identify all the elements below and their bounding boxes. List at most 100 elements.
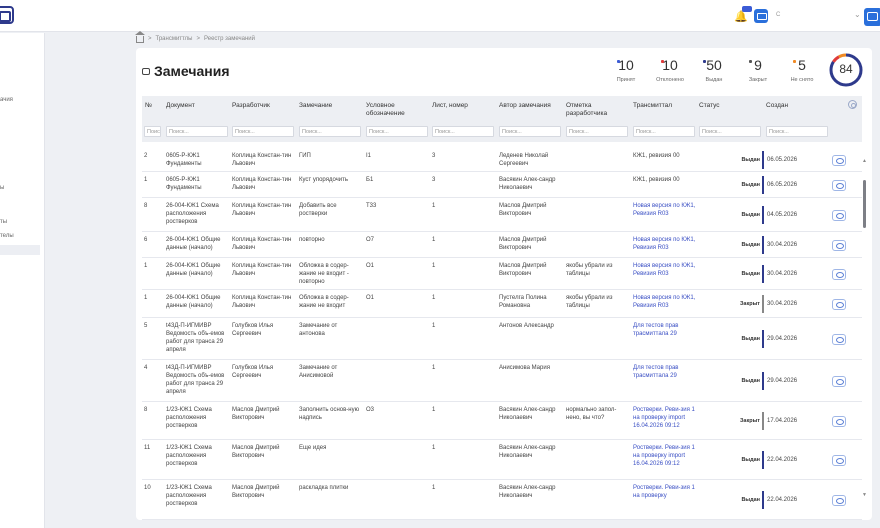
status-bar bbox=[762, 176, 764, 194]
sidebar-item-3[interactable]: ты bbox=[0, 219, 7, 225]
breadcrumb-item-transmittals[interactable]: Трансмиттлы bbox=[156, 36, 193, 42]
cell-trans[interactable]: Ростверки. Реви-зия 1 на проверку import… bbox=[633, 406, 697, 430]
filter-no[interactable]: Поиск bbox=[144, 126, 161, 137]
cell-trans[interactable]: Новая версия по КЖ1, Ревизия R03 bbox=[633, 294, 697, 310]
table-row[interactable]: 11 1/23-КЖ1 Схема расположения ростверков… bbox=[142, 440, 862, 480]
filter-author[interactable]: Поиск... bbox=[499, 126, 561, 137]
column-header-code[interactable]: Условное обозначение bbox=[366, 102, 426, 118]
eye-icon[interactable] bbox=[832, 333, 846, 345]
scroll-down-arrow[interactable]: ▼ bbox=[862, 492, 867, 498]
table-row[interactable]: 6 26-004-КЖ1 Общие данные (начало) Коплица… bbox=[142, 232, 862, 258]
filter-sheet[interactable]: Поиск... bbox=[432, 126, 494, 137]
status-badge: Выдан bbox=[741, 271, 760, 277]
cell-author: Пустелга Полина Романовна bbox=[499, 295, 547, 309]
filter-status[interactable]: Поиск... bbox=[699, 126, 761, 137]
cell-remark: Замечание от Анисимовой bbox=[299, 365, 338, 379]
cell-remark: Добавить все ростверки bbox=[299, 203, 337, 217]
cell-no: 2 bbox=[144, 153, 148, 159]
column-header-developer[interactable]: Разработчик bbox=[232, 102, 270, 110]
cell-sheet: 1 bbox=[432, 295, 436, 301]
status-cell: Закрыт 30.04.2026 bbox=[732, 295, 797, 313]
cell-trans[interactable]: Для тестов прав трасмиттала 29 bbox=[633, 322, 697, 338]
status-cell: Выдан 04.05.2026 bbox=[732, 206, 797, 224]
column-header-author[interactable]: Автор замечания bbox=[499, 102, 551, 110]
cell-trans[interactable]: Новая версия по КЖ1, Ревизия R03 bbox=[633, 202, 697, 218]
chat-icon[interactable] bbox=[754, 9, 768, 23]
table-row[interactable]: 1 26-004-КЖ1 Общие данные (начало) Коплица… bbox=[142, 258, 862, 290]
cell-no: 1 bbox=[144, 295, 148, 301]
cell-trans[interactable]: Новая версия по КЖ1, Ревизия R03 bbox=[633, 262, 697, 278]
stat-dot bbox=[703, 60, 706, 63]
table-row[interactable]: 8 1/23-КЖ1 Схема расположения ростверков М… bbox=[142, 402, 862, 440]
filter-document[interactable]: Поиск... bbox=[166, 126, 228, 137]
stat-item[interactable]: 50 Выдан bbox=[692, 56, 736, 83]
column-header-document[interactable]: Документ bbox=[166, 102, 195, 110]
cell-no: 8 bbox=[144, 407, 148, 413]
eye-icon[interactable] bbox=[832, 179, 846, 191]
eye-icon[interactable] bbox=[832, 375, 846, 387]
user-name[interactable]: С bbox=[776, 12, 780, 18]
bell-icon[interactable]: 🔔 bbox=[734, 10, 748, 24]
status-bar bbox=[762, 330, 764, 348]
cell-author: Васякин Алек-сандр Николаевич bbox=[499, 177, 556, 191]
table-row[interactable]: 2 0605-Р-КЖ1 Фундаменты Коплица Констан-ти… bbox=[142, 148, 862, 172]
filter-dev-mark[interactable]: Поиск... bbox=[566, 126, 628, 137]
cell-dev: Коплица Констан-тин Львович bbox=[232, 295, 292, 309]
table-header: № Документ Разработчик Замечание Условно… bbox=[142, 96, 862, 142]
sidebar-item-1[interactable]: ачия bbox=[0, 97, 13, 103]
cell-doc: t43Д-П-ИГМИВР Ведомость объ-емов работ д… bbox=[166, 365, 225, 395]
eye-icon[interactable] bbox=[832, 415, 846, 427]
eye-icon[interactable] bbox=[832, 154, 846, 166]
table-row[interactable]: 1 26-004-КЖ1 Общие данные (начало) Коплица… bbox=[142, 290, 862, 318]
column-header-created[interactable]: Создан bbox=[766, 102, 788, 110]
status-bar bbox=[762, 206, 764, 224]
column-header-no[interactable]: № bbox=[145, 102, 152, 110]
stat-item[interactable]: 10 Принят bbox=[604, 56, 648, 83]
avatar[interactable] bbox=[864, 8, 880, 26]
scrollbar-thumb[interactable] bbox=[863, 180, 866, 228]
eye-icon[interactable] bbox=[832, 494, 846, 506]
column-header-status[interactable]: Статус bbox=[699, 102, 720, 110]
cell-trans[interactable]: Новая версия по КЖ1, Ревизия R03 bbox=[633, 236, 697, 252]
cell-no: 5 bbox=[144, 323, 148, 329]
filter-code[interactable]: Поиск... bbox=[366, 126, 428, 137]
table-row[interactable]: 1 0605-Р-КЖ1 Фундаменты Коплица Констан-ти… bbox=[142, 172, 862, 198]
column-header-transmittal[interactable]: Трансмиттал bbox=[633, 102, 672, 110]
eye-icon[interactable] bbox=[832, 454, 846, 466]
eye-icon[interactable] bbox=[832, 239, 846, 251]
sidebar-item-2[interactable]: ы bbox=[0, 185, 4, 191]
filter-created[interactable]: Поиск... bbox=[766, 126, 828, 137]
column-header-sheet[interactable]: Лист, номер bbox=[432, 102, 468, 110]
table-row[interactable]: 8 26-004-КЖ1 Схема расположения ростверко… bbox=[142, 198, 862, 232]
cell-author: Васякин Алек-сандр Николаевич bbox=[499, 445, 556, 459]
app-logo[interactable] bbox=[0, 6, 14, 24]
table-row[interactable]: 10 1/23-КЖ1 Схема расположения ростверков… bbox=[142, 480, 862, 520]
cell-trans[interactable]: Для тестов прав трасмиттала 29 bbox=[633, 364, 697, 380]
sidebar-item-4[interactable]: телы bbox=[0, 233, 14, 239]
eye-icon[interactable] bbox=[832, 268, 846, 280]
scroll-up-arrow[interactable]: ▲ bbox=[862, 158, 867, 164]
stat-item[interactable]: 9 Закрыт bbox=[736, 56, 780, 83]
cell-trans[interactable]: Ростверки. Реви-зия 1 на проверку import… bbox=[633, 444, 697, 468]
status-cell: Выдан 22.04.2026 bbox=[732, 491, 797, 509]
column-header-dev-mark[interactable]: Отметка разработчика bbox=[566, 102, 626, 118]
table-row[interactable]: 4 t43Д-П-ИГМИВР Ведомость объ-емов работ … bbox=[142, 360, 862, 402]
cell-sheet: 1 bbox=[432, 323, 436, 329]
filter-developer[interactable]: Поиск... bbox=[232, 126, 294, 137]
gear-icon[interactable] bbox=[848, 100, 857, 109]
filter-remark[interactable]: Поиск... bbox=[299, 126, 361, 137]
stat-item[interactable]: 5 Не снято bbox=[780, 56, 824, 83]
status-cell: Выдан 30.04.2026 bbox=[732, 265, 797, 283]
cell-doc: 0605-Р-КЖ1 Фундаменты bbox=[166, 177, 202, 191]
stat-item[interactable]: 10 Отклонено bbox=[648, 56, 692, 83]
filter-transmittal[interactable]: Поиск... bbox=[633, 126, 695, 137]
chevron-down-icon[interactable]: ⌄ bbox=[854, 10, 861, 19]
column-header-remark[interactable]: Замечание bbox=[299, 102, 332, 110]
table-row[interactable]: 5 t43Д-П-ИГМИВР Ведомость объ-емов работ … bbox=[142, 318, 862, 360]
eye-icon[interactable] bbox=[832, 298, 846, 310]
sidebar-item-active[interactable] bbox=[0, 245, 40, 255]
created-date: 30.04.2026 bbox=[767, 301, 798, 307]
eye-icon[interactable] bbox=[832, 209, 846, 221]
home-icon[interactable] bbox=[135, 31, 145, 43]
cell-trans[interactable]: Ростверки. Реви-зия 1 на проверку bbox=[633, 484, 697, 500]
